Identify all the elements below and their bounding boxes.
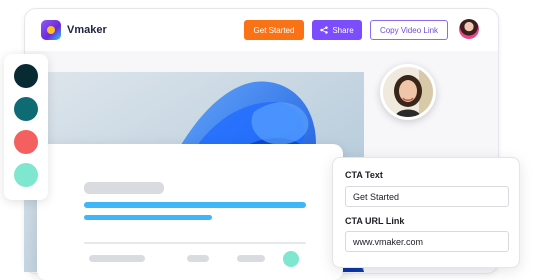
color-swatch-panel	[4, 54, 48, 200]
cta-url-input[interactable]: www.vmaker.com	[345, 231, 509, 252]
app-name: Vmaker	[67, 24, 107, 36]
cta-text-value: Get Started	[353, 191, 400, 202]
logo[interactable]: Vmaker	[41, 20, 107, 40]
app-header: Vmaker Get Started Share Copy Video Link	[25, 9, 498, 51]
cta-settings-panel: CTA Text Get Started CTA URL Link www.vm…	[332, 157, 520, 268]
swatch-teal[interactable]	[14, 97, 38, 121]
meta-placeholder-1	[89, 255, 145, 262]
vmaker-logo-icon	[41, 20, 61, 40]
swatch-mint[interactable]	[14, 163, 38, 187]
status-dot	[283, 251, 299, 267]
cta-url-value: www.vmaker.com	[353, 236, 424, 247]
text-line-placeholder	[84, 202, 306, 208]
meta-placeholder-2	[187, 255, 209, 262]
title-placeholder	[84, 182, 164, 194]
divider	[84, 242, 306, 244]
cta-url-label: CTA URL Link	[345, 216, 405, 226]
presenter-photo-graphic	[383, 67, 433, 117]
share-button[interactable]: Share	[312, 20, 362, 40]
share-label: Share	[332, 25, 354, 35]
user-avatar[interactable]	[459, 19, 479, 39]
copy-video-link-button[interactable]: Copy Video Link	[370, 20, 448, 40]
presenter-avatar	[380, 64, 436, 120]
copy-video-link-label: Copy Video Link	[379, 25, 439, 35]
stage: Vmaker Get Started Share Copy Video Link	[0, 0, 533, 280]
text-line-placeholder-short	[84, 215, 212, 220]
share-icon	[320, 26, 328, 34]
cta-text-input[interactable]: Get Started	[345, 186, 509, 207]
cta-text-label: CTA Text	[345, 170, 383, 180]
content-card	[37, 144, 343, 280]
meta-placeholder-3	[237, 255, 265, 262]
get-started-button[interactable]: Get Started	[244, 20, 304, 40]
swatch-dark-teal[interactable]	[14, 64, 38, 88]
swatch-coral[interactable]	[14, 130, 38, 154]
get-started-label: Get Started	[253, 25, 295, 35]
